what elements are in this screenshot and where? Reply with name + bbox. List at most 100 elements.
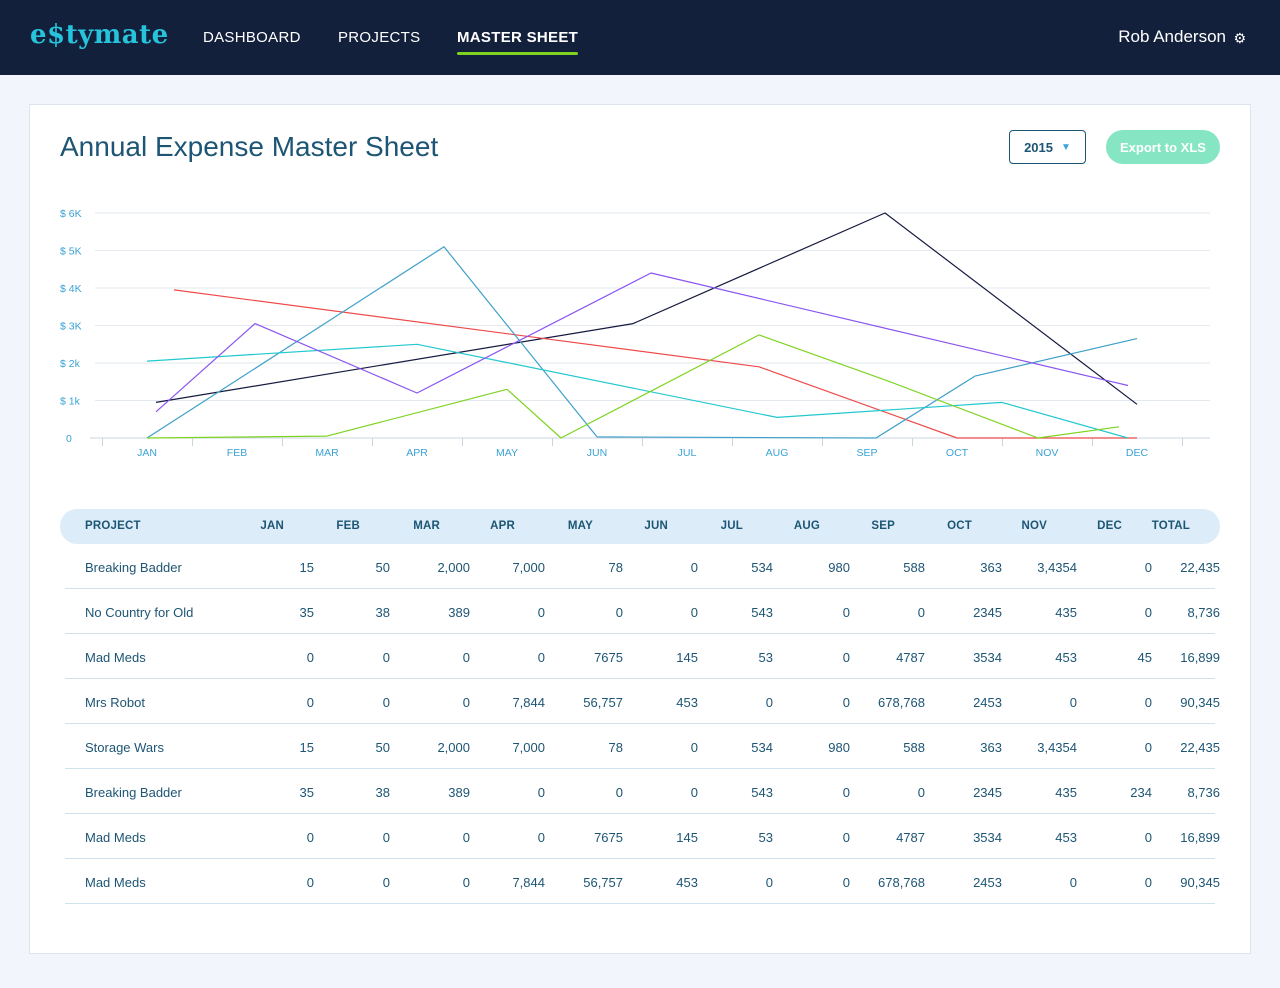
logo[interactable]: e$tymate	[30, 20, 169, 50]
cell-jul: 534	[751, 740, 773, 755]
column-header-nov[interactable]: NOV	[1021, 520, 1047, 532]
cell-mar: 2,000	[437, 740, 470, 755]
column-header-jul[interactable]: JUL	[721, 520, 743, 532]
table-row[interactable]: Mad Meds 0 0 0 7,844 56,757 453 0 0 678,768 2453 0 0…	[65, 859, 1220, 904]
cell-aug: 0	[842, 875, 850, 890]
gear-icon[interactable]: ⚙	[1233, 30, 1246, 47]
table-header: PROJECT JAN FEB MAR APR MAY JUN JUL AUG SEP OCT NOV…	[60, 509, 1220, 544]
cell-feb: 0	[382, 695, 390, 710]
column-header-oct[interactable]: OCT	[947, 520, 972, 532]
x-tick-label: APR	[406, 447, 428, 459]
cell-may: 0	[615, 605, 623, 620]
cell-jul: 53	[758, 830, 773, 845]
project-name-cell: Mad Meds	[85, 830, 146, 845]
table-row[interactable]: Mrs Robot 0 0 0 7,844 56,757 453 0 0 678,768 2453 0…	[65, 679, 1220, 724]
cell-may: 7675	[594, 650, 623, 665]
user-name[interactable]: Rob Anderson	[1118, 27, 1226, 47]
column-header-jun[interactable]: JUN	[644, 520, 668, 532]
master-sheet-card: Annual Expense Master Sheet 2015 ▼ Expor…	[29, 104, 1251, 954]
nav-projects[interactable]: PROJECTS	[338, 29, 420, 46]
cell-may: 0	[615, 785, 623, 800]
table-row[interactable]: No Country for Old 35 38 389 0 0 0 543 0 0 2345 435…	[65, 589, 1220, 634]
cell-apr: 0	[537, 785, 545, 800]
x-tick-label: JUN	[587, 447, 607, 459]
table-row[interactable]: Breaking Badder 35 38 389 0 0 0 543 0 0 2345 435 234…	[65, 769, 1220, 814]
cell-may: 7675	[594, 830, 623, 845]
project-name-cell: Mrs Robot	[85, 695, 145, 710]
cell-jun: 453	[676, 875, 698, 890]
cell-jun: 145	[676, 650, 698, 665]
table-row[interactable]: Storage Wars 15 50 2,000 7,000 78 0 534 980 588 36…	[65, 724, 1220, 769]
cell-aug: 0	[842, 830, 850, 845]
cell-jun: 453	[676, 695, 698, 710]
cell-jun: 0	[690, 785, 698, 800]
cell-sep: 4787	[896, 650, 925, 665]
column-header-project[interactable]: PROJECT	[85, 520, 141, 532]
cell-sep: 0	[917, 785, 925, 800]
column-header-aug[interactable]: AUG	[794, 520, 820, 532]
cell-jan: 15	[299, 740, 314, 755]
cell-apr: 7,000	[512, 560, 545, 575]
cell-total: 90,345	[1180, 695, 1220, 710]
project-name-cell: No Country for Old	[85, 605, 194, 620]
cell-sep: 4787	[896, 830, 925, 845]
cell-oct: 363	[980, 560, 1002, 575]
column-header-total[interactable]: TOTAL	[1152, 520, 1190, 532]
column-header-may[interactable]: MAY	[568, 520, 593, 532]
x-tick-label: JUL	[678, 447, 697, 459]
cell-aug: 980	[828, 740, 850, 755]
table-row[interactable]: Mad Meds 0 0 0 0 7675 145 53 0 4787 3534 453 0 16,899	[65, 814, 1220, 859]
cell-dec: 45	[1137, 650, 1152, 665]
cell-oct: 2453	[973, 875, 1002, 890]
y-tick-label: $ 1k	[60, 396, 81, 408]
series-line-3	[146, 246, 1138, 439]
table-row[interactable]: Mad Meds 0 0 0 0 7675 145 53 0 4787 3534 453 45 16,89…	[65, 634, 1220, 679]
cell-nov: 453	[1055, 830, 1077, 845]
table-row[interactable]: Breaking Badder 15 50 2,000 7,000 78 0 534 980 58…	[65, 544, 1220, 589]
cell-dec: 0	[1144, 830, 1152, 845]
cell-feb: 50	[375, 740, 390, 755]
cell-jul: 543	[751, 605, 773, 620]
cell-jan: 35	[299, 605, 314, 620]
cell-jan: 0	[306, 830, 314, 845]
cell-nov: 0	[1069, 695, 1077, 710]
top-nav: e$tymate DASHBOARD PROJECTS MASTER SHEET…	[0, 0, 1280, 75]
cell-feb: 0	[382, 875, 390, 890]
column-header-dec[interactable]: DEC	[1097, 520, 1122, 532]
y-tick-label: $ 2k	[60, 358, 81, 370]
active-nav-underline	[457, 52, 579, 55]
column-header-feb[interactable]: FEB	[336, 520, 360, 532]
column-header-sep[interactable]: SEP	[871, 520, 895, 532]
cell-oct: 2453	[973, 695, 1002, 710]
nav-dashboard[interactable]: DASHBOARD	[203, 29, 301, 46]
cell-nov: 435	[1055, 605, 1077, 620]
series-line-1	[155, 212, 1138, 405]
cell-dec: 0	[1144, 605, 1152, 620]
column-header-mar[interactable]: MAR	[413, 520, 440, 532]
cell-mar: 0	[462, 830, 470, 845]
nav-master-sheet[interactable]: MASTER SHEET	[457, 29, 579, 55]
cell-oct: 363	[980, 740, 1002, 755]
x-tick-label: MAR	[315, 447, 339, 459]
x-tick-label: MAY	[496, 447, 518, 459]
x-tick-label: NOV	[1036, 447, 1059, 459]
cell-jan: 0	[306, 650, 314, 665]
x-tick-label: SEP	[856, 447, 877, 459]
cell-mar: 0	[462, 695, 470, 710]
column-header-jan[interactable]: JAN	[260, 520, 284, 532]
cell-sep: 588	[903, 740, 925, 755]
cell-sep: 588	[903, 560, 925, 575]
cell-apr: 0	[537, 650, 545, 665]
column-header-apr[interactable]: APR	[490, 520, 515, 532]
y-tick-label: $ 3K	[60, 321, 82, 333]
project-name-cell: Breaking Badder	[85, 785, 182, 800]
cell-apr: 7,000	[512, 740, 545, 755]
cell-jun: 145	[676, 830, 698, 845]
cell-total: 16,899	[1180, 830, 1220, 845]
cell-may: 56,757	[583, 875, 623, 890]
cell-dec: 0	[1144, 875, 1152, 890]
x-tick-label: AUG	[766, 447, 789, 459]
expense-line-chart: 0 $ 1k $ 2k $ 3K $ 4K $ 5K $ 6K JAN FEB MAR APR MAY…	[60, 208, 1210, 459]
cell-jul: 534	[751, 560, 773, 575]
project-name-cell: Mad Meds	[85, 650, 146, 665]
